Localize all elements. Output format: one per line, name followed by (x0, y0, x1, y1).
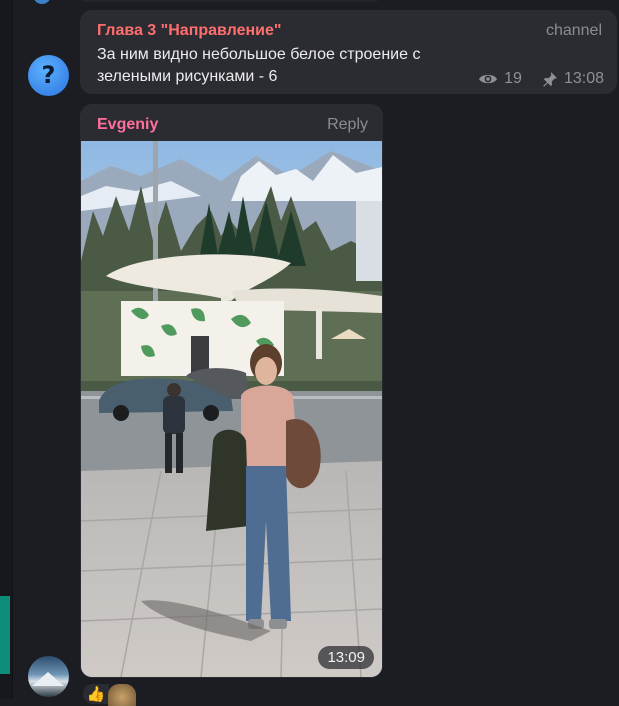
previous-message-avatar (33, 0, 51, 4)
photo-sender-name[interactable]: Evgeniy (97, 116, 158, 134)
photo-timestamp: 13:09 (318, 646, 374, 669)
photo-message-bubble[interactable]: Evgeniy Reply 13:09 (80, 104, 383, 678)
user-avatar[interactable] (28, 656, 69, 697)
channel-sender-name[interactable]: Глава 3 "Направление" (97, 22, 281, 40)
reply-button[interactable]: Reply (327, 116, 368, 134)
photo-attachment[interactable]: 13:09 (81, 141, 382, 677)
pin-icon (542, 71, 558, 87)
previous-message-bubble (80, 0, 380, 2)
channel-avatar[interactable]: ? (28, 55, 69, 96)
eye-icon (478, 72, 498, 86)
message-time: 13:08 (563, 70, 604, 87)
question-mark-icon: ? (41, 60, 56, 89)
view-count: 19 (504, 70, 522, 87)
channel-message-text: За ним видно небольшое белое строение с … (97, 46, 421, 85)
message-meta: 19 13:08 (478, 70, 604, 88)
thumbs-up-reaction[interactable]: 👍 (83, 684, 109, 704)
channel-tag: channel (545, 22, 602, 39)
chat-list-edge (0, 0, 13, 699)
channel-message-bubble[interactable]: Глава 3 "Направление" channel За ним вид… (80, 10, 617, 94)
scroll-accent-bar[interactable] (0, 596, 10, 674)
reactor-avatar (108, 684, 136, 706)
thumbs-up-icon: 👍 (86, 686, 106, 703)
